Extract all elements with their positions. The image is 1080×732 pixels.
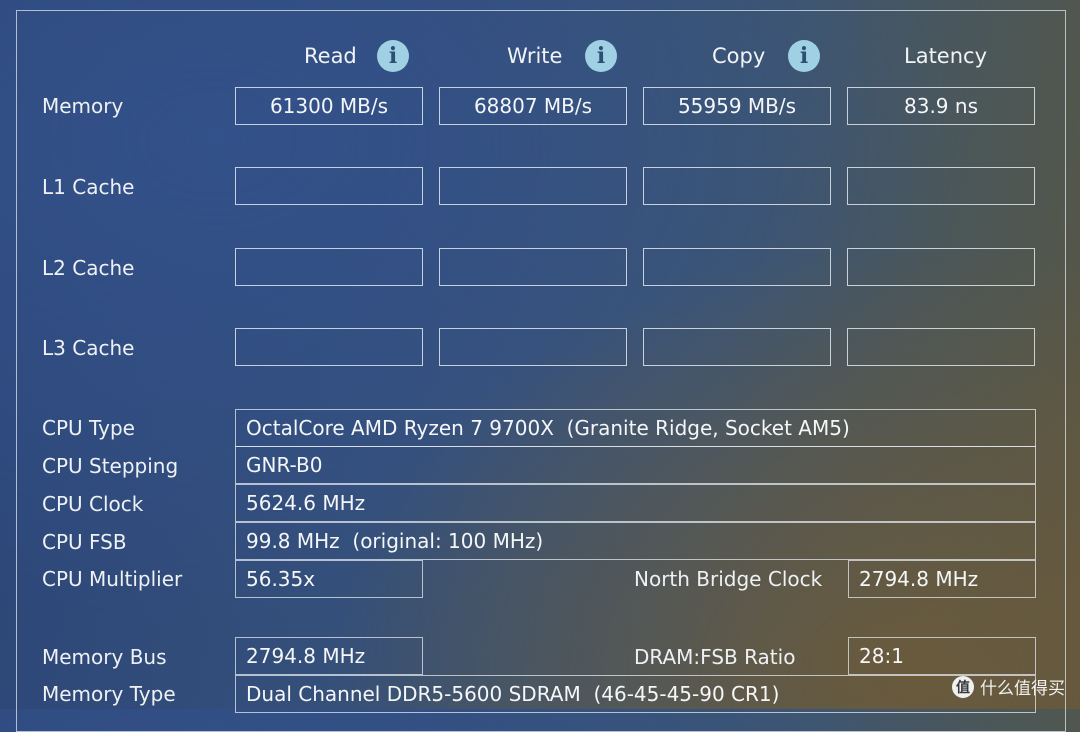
memory-latency-value[interactable]: 83.9 ns	[847, 87, 1035, 125]
l2-write-value[interactable]	[439, 248, 627, 286]
north-bridge-clock-field[interactable]: 2794.8 MHz	[848, 560, 1036, 598]
row-label-l2-cache: L2 Cache	[42, 256, 135, 280]
column-header-read: Read	[304, 44, 357, 68]
cpu-multiplier-label: CPU Multiplier	[42, 567, 183, 591]
cpu-stepping-field[interactable]: GNR-B0	[235, 446, 1036, 484]
l1-latency-value[interactable]	[847, 167, 1035, 205]
row-label-memory: Memory	[42, 94, 124, 118]
memory-read-value[interactable]: 61300 MB/s	[235, 87, 423, 125]
memory-type-field[interactable]: Dual Channel DDR5-5600 SDRAM (46-45-45-9…	[235, 675, 1036, 713]
cpu-clock-label: CPU Clock	[42, 492, 144, 516]
cpu-type-label: CPU Type	[42, 416, 135, 440]
memory-copy-value[interactable]: 55959 MB/s	[643, 87, 831, 125]
memory-write-value[interactable]: 68807 MB/s	[439, 87, 627, 125]
watermark: 值 什么值得买	[952, 674, 1065, 699]
copy-info-icon[interactable]: i	[788, 40, 820, 72]
dram-fsb-ratio-label: DRAM:FSB Ratio	[634, 645, 796, 669]
l3-latency-value[interactable]	[847, 328, 1035, 366]
memory-bus-field[interactable]: 2794.8 MHz	[235, 637, 423, 675]
write-info-icon[interactable]: i	[585, 40, 617, 72]
l1-write-value[interactable]	[439, 167, 627, 205]
cpu-stepping-label: CPU Stepping	[42, 454, 179, 478]
row-label-l3-cache: L3 Cache	[42, 336, 135, 360]
column-header-write: Write	[507, 44, 563, 68]
memory-bus-label: Memory Bus	[42, 645, 167, 669]
l2-latency-value[interactable]	[847, 248, 1035, 286]
row-label-l1-cache: L1 Cache	[42, 175, 135, 199]
north-bridge-clock-label: North Bridge Clock	[634, 567, 823, 591]
dram-fsb-ratio-field[interactable]: 28:1	[848, 637, 1036, 675]
l1-read-value[interactable]	[235, 167, 423, 205]
column-header-latency: Latency	[904, 44, 988, 68]
cpu-clock-field[interactable]: 5624.6 MHz	[235, 484, 1036, 522]
l3-read-value[interactable]	[235, 328, 423, 366]
l3-copy-value[interactable]	[643, 328, 831, 366]
l3-write-value[interactable]	[439, 328, 627, 366]
cpu-type-field[interactable]: OctalCore AMD Ryzen 7 9700X (Granite Rid…	[235, 409, 1036, 447]
l1-copy-value[interactable]	[643, 167, 831, 205]
watermark-text: 什么值得买	[980, 679, 1065, 699]
column-header-copy: Copy	[712, 44, 766, 68]
watermark-logo-icon: 值	[952, 675, 974, 698]
read-info-icon[interactable]: i	[377, 40, 409, 72]
l2-read-value[interactable]	[235, 248, 423, 286]
cpu-fsb-label: CPU FSB	[42, 530, 127, 554]
l2-copy-value[interactable]	[643, 248, 831, 286]
cpu-multiplier-field[interactable]: 56.35x	[235, 560, 423, 598]
memory-type-label: Memory Type	[42, 682, 176, 706]
cpu-fsb-field[interactable]: 99.8 MHz (original: 100 MHz)	[235, 522, 1036, 560]
